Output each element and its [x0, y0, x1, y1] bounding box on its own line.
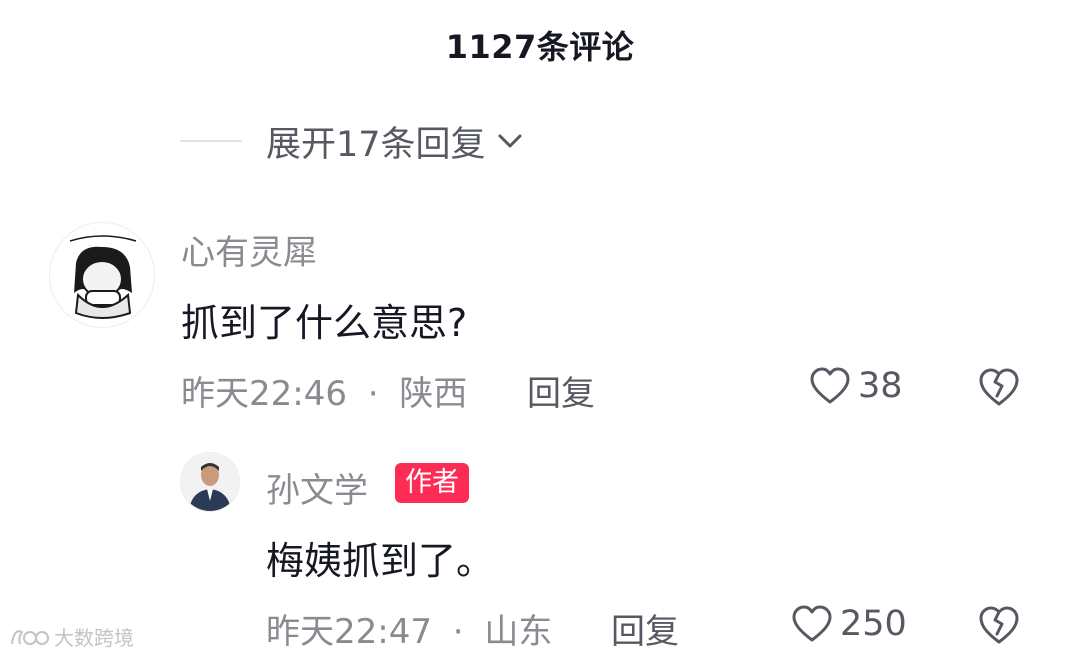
comment-time: 昨天22:47 [266, 612, 432, 652]
like-count: 250 [840, 604, 907, 644]
comment-text: 梅姨抓到了。 [266, 539, 495, 583]
like-count: 38 [858, 366, 903, 406]
like-button[interactable]: 38 [808, 366, 903, 406]
watermark-logo-icon [11, 629, 49, 645]
meta-separator: · [367, 374, 379, 414]
author-badge: 作者 [395, 463, 469, 503]
meta-separator: · [452, 612, 464, 652]
comment-meta: 昨天22:47 · 山东 [266, 604, 552, 653]
like-button[interactable]: 250 [790, 604, 907, 644]
expand-replies-label: 展开17条回复 [266, 124, 486, 165]
broken-heart-icon[interactable] [977, 604, 1021, 646]
comment-meta: 昨天22:46 · 陕西 [181, 366, 467, 415]
broken-heart-icon[interactable] [977, 366, 1021, 408]
comment-username[interactable]: 孙文学 [266, 463, 368, 512]
reply-button[interactable]: 回复 [611, 604, 679, 653]
comment-username[interactable]: 心有灵犀 [181, 225, 317, 274]
comment-text: 抓到了什么意思? [181, 301, 468, 345]
watermark: 大数跨境 [8, 622, 134, 651]
chevron-down-icon [498, 134, 522, 148]
comment-location: 陕西 [399, 374, 468, 414]
page-title: 1127条评论 [445, 28, 635, 66]
reply-button[interactable]: 回复 [527, 366, 595, 415]
comment-location: 山东 [484, 612, 553, 652]
comment-time: 昨天22:46 [181, 374, 347, 414]
divider-line [180, 140, 242, 142]
avatar[interactable] [180, 452, 240, 512]
heart-icon [810, 367, 850, 404]
expand-replies-button[interactable]: 展开17条回复 [180, 118, 526, 165]
watermark-text: 大数跨境 [54, 626, 134, 650]
avatar[interactable] [49, 222, 155, 328]
heart-icon [792, 605, 832, 642]
